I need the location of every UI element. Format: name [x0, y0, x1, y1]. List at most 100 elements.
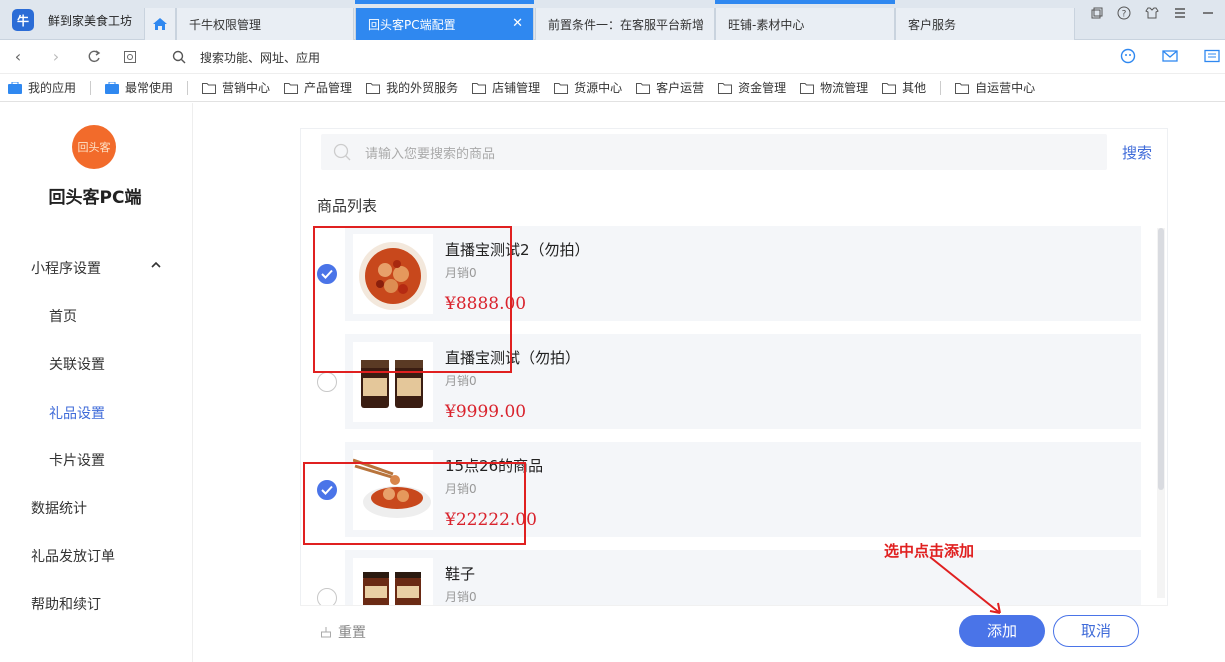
bookmark-folder[interactable]: 产品管理	[284, 79, 352, 96]
tab-permission[interactable]: 千牛权限管理	[176, 8, 354, 40]
menu-icon[interactable]	[1173, 6, 1187, 20]
bookmark-label: 自运营中心	[975, 81, 1036, 95]
screenshot-icon[interactable]	[120, 47, 140, 67]
menu-card-settings[interactable]: 卡片设置	[49, 450, 105, 470]
forward-icon[interactable]: ›	[46, 47, 66, 67]
brand-name: 回头客PC端	[48, 188, 142, 208]
tab-customer-service[interactable]: 客户服务	[895, 8, 1075, 40]
clear-icon	[321, 627, 331, 638]
list-item[interactable]: 鞋子 月销0	[345, 550, 1141, 605]
menu-statistics[interactable]: 数据统计	[31, 498, 87, 518]
product-sales: 月销0	[445, 590, 477, 604]
bookmark-label: 物流管理	[820, 81, 869, 95]
bookmark-label: 我的应用	[28, 81, 77, 95]
toolbox-icon	[8, 81, 22, 94]
bookmark-folder[interactable]: 货源中心	[554, 79, 622, 96]
wangwang-icon[interactable]	[1119, 47, 1137, 65]
close-icon[interactable]: ✕	[512, 16, 523, 31]
menu-link-settings[interactable]: 关联设置	[49, 354, 105, 374]
folder-icon	[472, 82, 487, 94]
product-search-input[interactable]: 请输入您要搜索的商品	[321, 134, 1107, 170]
home-tab[interactable]	[144, 8, 176, 40]
highlight-box	[303, 462, 526, 545]
tab-pc-config[interactable]: 回头客PC端配置 ✕	[355, 8, 534, 40]
product-sales: 月销0	[445, 374, 477, 388]
bookmark-folder[interactable]: 物流管理	[800, 79, 868, 96]
menu-home[interactable]: 首页	[49, 306, 77, 326]
folder-icon	[366, 82, 381, 94]
bookmark-label: 其他	[902, 81, 927, 95]
folder-icon	[718, 82, 733, 94]
address-tools	[1119, 47, 1225, 65]
highlight-box	[313, 226, 512, 373]
window-controls: ?	[1089, 6, 1215, 20]
refresh-icon[interactable]	[84, 47, 104, 67]
chevron-up-icon[interactable]	[151, 261, 161, 269]
annotation-arrow	[929, 556, 1001, 614]
bookmarks-bar: 我的应用 最常使用 营销中心 产品管理 我的外贸服务 店铺管理 货源中心 客户运…	[0, 74, 1225, 102]
bookmark-folder[interactable]: 资金管理	[718, 79, 786, 96]
bookmark-folder[interactable]: 自运营中心	[955, 79, 1035, 96]
folder-icon	[800, 82, 815, 94]
search-button[interactable]: 搜索	[1122, 142, 1152, 163]
minimize-icon[interactable]	[1201, 6, 1215, 20]
folder-icon	[202, 82, 217, 94]
bookmark-folder[interactable]: 营销中心	[202, 79, 270, 96]
search-placeholder: 请输入您要搜索的商品	[365, 146, 496, 162]
shop-switcher[interactable]: 牛 鲜到家美食工坊	[0, 0, 144, 40]
tab-label: 前置条件一：在客服平台新增	[548, 17, 705, 32]
bookmark-frequent[interactable]: 最常使用	[105, 79, 173, 96]
product-checkbox[interactable]	[317, 588, 337, 605]
skin-icon[interactable]	[1145, 6, 1159, 20]
qianniu-logo-icon: 牛	[12, 9, 34, 31]
tab-label: 旺铺-素材中心	[728, 17, 805, 32]
app-sidebar: 回头客 回头客PC端 小程序设置 首页 关联设置 礼品设置 卡片设置 数据统计 …	[0, 103, 193, 662]
address-input[interactable]: 搜索功能、网址、应用	[172, 46, 1092, 68]
tab-label: 千牛权限管理	[189, 17, 262, 32]
reset-button[interactable]: 重置	[320, 622, 366, 642]
product-list-title: 商品列表	[317, 197, 378, 215]
bookmark-label: 营销中心	[222, 81, 271, 95]
restore-icon[interactable]	[1089, 6, 1103, 20]
tab-label: 回头客PC端配置	[368, 17, 456, 32]
menu-gift-settings[interactable]: 礼品设置	[49, 403, 105, 423]
mail-icon[interactable]	[1161, 47, 1179, 65]
bookmark-label: 我的外贸服务	[386, 81, 459, 95]
bookmark-label: 客户运营	[656, 81, 705, 95]
bookmark-folder[interactable]: 我的外贸服务	[366, 79, 458, 96]
folder-icon	[284, 82, 299, 94]
product-checkbox[interactable]	[317, 372, 337, 392]
folder-icon	[636, 82, 651, 94]
toolbox-icon	[105, 81, 120, 94]
home-icon	[153, 18, 167, 30]
bookmark-my-apps[interactable]: 我的应用	[8, 79, 76, 96]
address-placeholder: 搜索功能、网址、应用	[200, 50, 321, 65]
menu-gift-orders[interactable]: 礼品发放订单	[31, 546, 115, 566]
tab-material[interactable]: 旺铺-素材中心	[715, 8, 895, 40]
bookmark-label: 店铺管理	[492, 81, 541, 95]
help-icon[interactable]: ?	[1117, 6, 1131, 20]
menu-miniprogram-settings[interactable]: 小程序设置	[31, 258, 101, 278]
svg-text:?: ?	[1122, 10, 1127, 20]
bookmark-folder[interactable]: 客户运营	[636, 79, 704, 96]
bookmark-folder[interactable]: 店铺管理	[472, 79, 540, 96]
product-price: ¥9999.00	[445, 402, 527, 422]
search-icon	[172, 50, 186, 64]
folder-icon	[955, 82, 970, 94]
search-icon	[333, 143, 351, 161]
bookmark-label: 产品管理	[304, 81, 353, 95]
back-icon[interactable]: ‹	[8, 47, 28, 67]
brand-logo: 回头客	[72, 125, 116, 169]
reset-label: 重置	[338, 625, 366, 641]
bookmark-label: 最常使用	[125, 81, 174, 95]
cancel-button[interactable]: 取消	[1053, 615, 1139, 647]
menu-help-renew[interactable]: 帮助和续订	[31, 594, 101, 614]
folder-icon	[554, 82, 569, 94]
title-tab-bar: 牛 鲜到家美食工坊 千牛权限管理 回头客PC端配置 ✕ 前置条件一：在客服平台新…	[0, 0, 1225, 40]
bookmark-label: 货源中心	[574, 81, 623, 95]
bookmark-folder[interactable]: 其他	[882, 79, 926, 96]
product-image	[353, 558, 433, 605]
sidebar-toggle-icon[interactable]	[1203, 47, 1221, 65]
tab-precondition[interactable]: 前置条件一：在客服平台新增	[535, 8, 715, 40]
address-bar: ‹ › 搜索功能、网址、应用	[0, 40, 1225, 74]
